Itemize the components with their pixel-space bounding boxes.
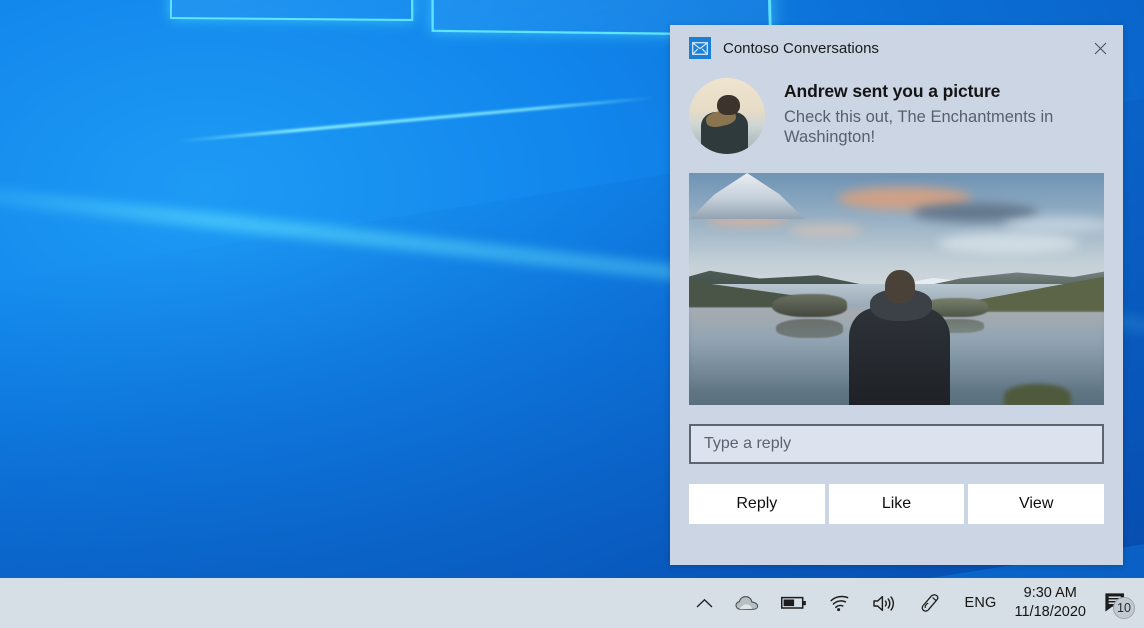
hero-person-jacket [849,308,951,405]
clock-date: 11/18/2020 [1015,603,1087,622]
toast-message-block: Andrew sent you a picture Check this out… [670,71,1123,154]
like-button[interactable]: Like [829,484,965,524]
notification-count-badge: 10 [1113,597,1135,619]
avatar [689,78,765,154]
hero-cloud [789,224,864,236]
hero-rock-reflection [776,319,842,338]
contoso-envelope-icon [689,37,711,59]
close-icon[interactable] [1081,31,1119,65]
language-indicator[interactable]: ENG [952,595,1008,611]
notification-title: Andrew sent you a picture [784,81,1105,103]
hero-image[interactable] [689,173,1104,405]
reply-field-wrapper [689,424,1104,464]
toast-notification[interactable]: Contoso Conversations Andrew sent you a … [670,25,1123,565]
clock[interactable]: 9:30 AM 11/18/2020 [1009,584,1099,622]
logo-pane-top-left [172,0,411,19]
reply-button[interactable]: Reply [689,484,825,524]
hero-person-head [885,270,915,302]
wifi-icon[interactable] [818,578,862,628]
avatar-head [717,95,740,116]
chevron-up-icon[interactable] [685,578,724,628]
speaker-icon[interactable] [862,578,908,628]
system-tray: ENG 9:30 AM 11/18/2020 10 [685,578,1138,628]
reply-input[interactable] [689,424,1104,464]
app-name-label: Contoso Conversations [723,40,1081,57]
notification-body: Check this out, The Enchantments in Wash… [784,107,1105,149]
action-center-button[interactable]: 10 [1098,578,1138,628]
battery-icon[interactable] [770,578,818,628]
pen-icon[interactable] [908,578,952,628]
cloud-icon[interactable] [724,578,770,628]
message-text-group: Andrew sent you a picture Check this out… [784,78,1105,154]
clock-time: 9:30 AM [1024,584,1077,603]
hero-grass [1004,384,1070,405]
taskbar: ENG 9:30 AM 11/18/2020 10 [0,578,1144,628]
hero-rock [772,294,847,317]
desktop: Contoso Conversations Andrew sent you a … [0,0,1144,628]
view-button[interactable]: View [968,484,1104,524]
toast-actions: Reply Like View [689,484,1104,524]
toast-header: Contoso Conversations [670,25,1123,71]
